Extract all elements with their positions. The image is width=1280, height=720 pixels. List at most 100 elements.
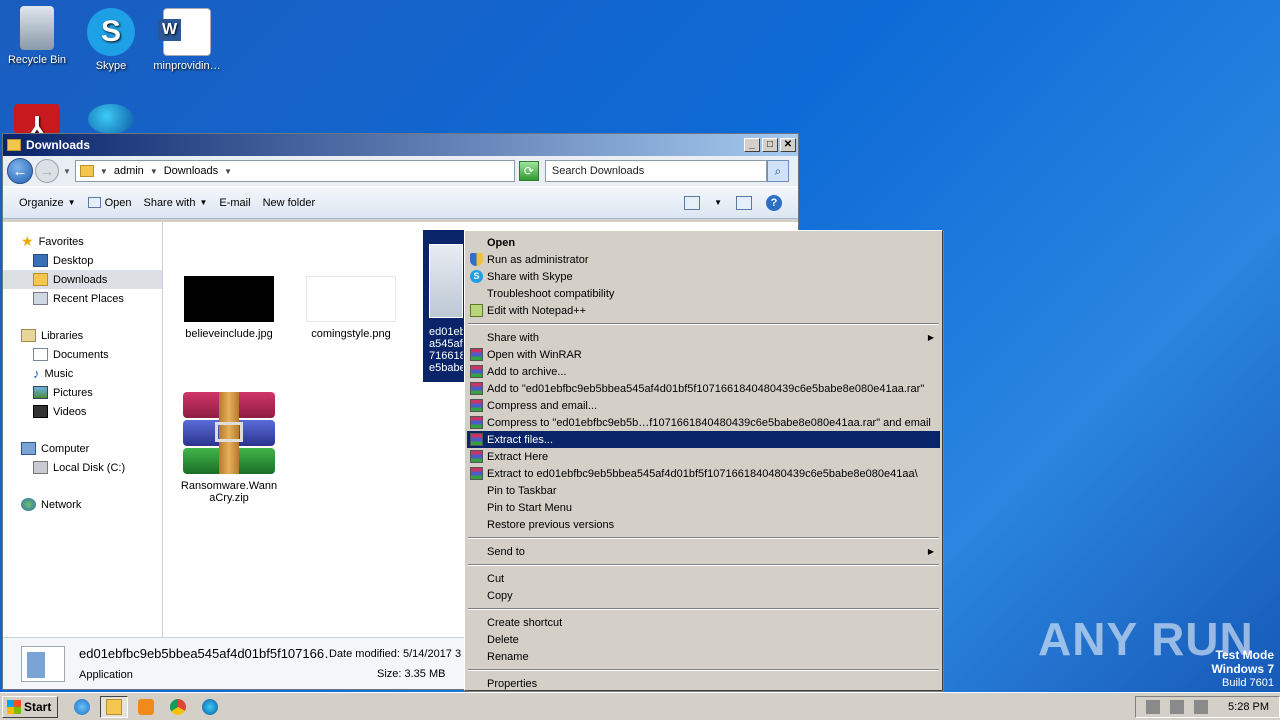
organize-label: Organize — [19, 196, 64, 209]
new-folder-button[interactable]: New folder — [257, 197, 322, 209]
menu-run-as-admin[interactable]: Run as administrator — [467, 251, 940, 268]
nav-network[interactable]: Network — [3, 495, 162, 514]
acrobat-icon: ⅄ — [14, 104, 60, 143]
desktop-icon-label: Recycle Bin — [7, 54, 67, 66]
breadcrumb-admin[interactable]: admin — [114, 165, 144, 177]
address-input[interactable]: ▼ admin ▼ Downloads ▼ — [74, 160, 515, 182]
menu-compress-email[interactable]: Compress and email... — [467, 397, 940, 414]
nav-downloads[interactable]: Downloads — [3, 270, 162, 289]
organize-button[interactable]: Organize ▼ — [13, 197, 82, 209]
menu-properties[interactable]: Properties — [467, 675, 940, 692]
folder-icon — [33, 273, 48, 286]
menu-add-to-rar[interactable]: Add to "ed01ebfbc9eb5bbea545af4d01bf5f10… — [467, 380, 940, 397]
menu-open-winrar[interactable]: Open with WinRAR — [467, 346, 940, 363]
context-menu: Open Run as administrator S Share with Sk… — [464, 230, 943, 691]
volume-icon[interactable] — [1146, 699, 1161, 714]
desktop-icon-recycle-bin[interactable]: Recycle Bin — [0, 6, 74, 66]
taskbar: Start 5:28 PM — [0, 692, 1280, 720]
nav-libraries[interactable]: Libraries — [3, 326, 162, 345]
file-item[interactable]: believeinclude.jpg — [179, 276, 279, 340]
nav-videos[interactable]: Videos — [3, 402, 162, 421]
winrar-icon — [470, 450, 483, 463]
skype-icon: S — [470, 270, 483, 283]
desktop-icon-skype[interactable]: S Skype — [74, 8, 148, 72]
close-button[interactable]: ✕ — [780, 138, 796, 152]
start-button[interactable]: Start — [2, 695, 59, 718]
menu-extract-to[interactable]: Extract to ed01ebfbc9eb5bbea545af4d01bf5… — [467, 465, 940, 482]
help-icon[interactable]: ? — [766, 194, 782, 211]
menu-rename[interactable]: Rename — [467, 648, 940, 665]
clock[interactable]: 5:28 PM — [1228, 701, 1269, 713]
menu-restore-versions[interactable]: Restore previous versions — [467, 516, 940, 533]
back-button[interactable]: ← — [7, 158, 33, 184]
menu-pin-start[interactable]: Pin to Start Menu — [467, 499, 940, 516]
document-icon — [33, 348, 48, 361]
minimize-button[interactable]: _ — [744, 138, 760, 152]
refresh-button[interactable]: ⟳ — [518, 161, 539, 181]
menu-pin-taskbar[interactable]: Pin to Taskbar — [467, 482, 940, 499]
taskbar-chrome[interactable] — [164, 696, 192, 718]
action-center-flag-icon[interactable] — [1194, 699, 1209, 714]
folder-icon — [106, 698, 123, 715]
nav-pictures[interactable]: Pictures — [3, 383, 162, 402]
menu-share-skype[interactable]: S Share with Skype — [467, 268, 940, 285]
open-button[interactable]: Open — [82, 197, 138, 209]
menu-create-shortcut[interactable]: Create shortcut — [467, 614, 940, 631]
menu-separator — [468, 669, 939, 671]
menu-copy[interactable]: Copy — [467, 587, 940, 604]
menu-troubleshoot[interactable]: Troubleshoot compatibility — [467, 285, 940, 302]
menu-compress-to-email[interactable]: Compress to "ed01ebfbc9eb5b…f10716618404… — [467, 414, 940, 431]
taskbar-media-player[interactable] — [132, 696, 160, 718]
windows-logo-icon — [7, 699, 21, 714]
forward-button[interactable]: → — [35, 159, 59, 183]
search-input[interactable]: Search Downloads — [544, 160, 767, 182]
menu-delete[interactable]: Delete — [467, 631, 940, 648]
chevron-down-icon[interactable]: ▼ — [100, 167, 108, 176]
menu-extract-here[interactable]: Extract Here — [467, 448, 940, 465]
change-view-icon[interactable] — [684, 195, 701, 210]
breadcrumb-downloads[interactable]: Downloads — [164, 165, 218, 177]
menu-open[interactable]: Open — [467, 234, 940, 251]
recycle-bin-icon — [20, 6, 54, 50]
taskbar-explorer[interactable] — [100, 695, 129, 718]
nav-documents[interactable]: Documents — [3, 345, 162, 364]
menu-add-archive[interactable]: Add to archive... — [467, 363, 940, 380]
nav-recent-places[interactable]: Recent Places — [3, 289, 162, 308]
chevron-down-icon[interactable]: ▼ — [224, 167, 232, 176]
nav-local-disk[interactable]: Local Disk (C:) — [3, 458, 162, 477]
share-with-button[interactable]: Share with ▼ — [137, 197, 213, 209]
title-bar[interactable]: Downloads _ □ ✕ — [3, 134, 798, 156]
nav-label: Pictures — [53, 386, 93, 399]
chevron-down-icon[interactable]: ▼ — [714, 198, 722, 207]
file-item[interactable]: comingstyle.png — [301, 276, 401, 340]
nav-label: Music — [44, 367, 74, 380]
nav-desktop[interactable]: Desktop — [3, 251, 162, 270]
recent-pages-dropdown[interactable]: ▼ — [63, 167, 71, 176]
music-icon: ♪ — [33, 366, 40, 381]
menu-extract-files[interactable]: Extract files... — [467, 431, 940, 448]
preview-pane-icon[interactable] — [736, 195, 752, 210]
file-item[interactable]: Ransomware.WannaCry.zip — [179, 392, 279, 504]
nav-label: Network — [41, 498, 82, 511]
desktop-icon-label: minprovidin… — [153, 60, 221, 72]
taskbar-edge[interactable] — [196, 696, 224, 718]
menu-share-with[interactable]: Share with ▶ — [467, 329, 940, 346]
chevron-down-icon: ▼ — [199, 198, 208, 207]
details-date-modified: Date modified: 5/14/2017 3 — [329, 647, 462, 660]
taskbar-ie[interactable] — [68, 696, 96, 718]
email-button[interactable]: E-mail — [213, 197, 256, 209]
maximize-button[interactable]: □ — [762, 138, 778, 152]
nav-music[interactable]: ♪ Music — [3, 364, 162, 383]
desktop-icon-word-doc[interactable]: minprovidin… — [150, 8, 224, 72]
library-icon — [21, 329, 36, 342]
winrar-archive-icon — [183, 392, 275, 474]
chevron-down-icon[interactable]: ▼ — [150, 167, 158, 176]
network-icon[interactable] — [1170, 699, 1185, 714]
menu-edit-notepad[interactable]: Edit with Notepad++ — [467, 302, 940, 319]
menu-send-to[interactable]: Send to ▶ — [467, 543, 940, 560]
nav-favorites[interactable]: ★ Favorites — [3, 232, 162, 251]
menu-cut[interactable]: Cut — [467, 570, 940, 587]
nav-computer[interactable]: Computer — [3, 439, 162, 458]
file-name: believeinclude.jpg — [185, 328, 273, 340]
search-icon[interactable]: ⌕ — [766, 160, 789, 182]
